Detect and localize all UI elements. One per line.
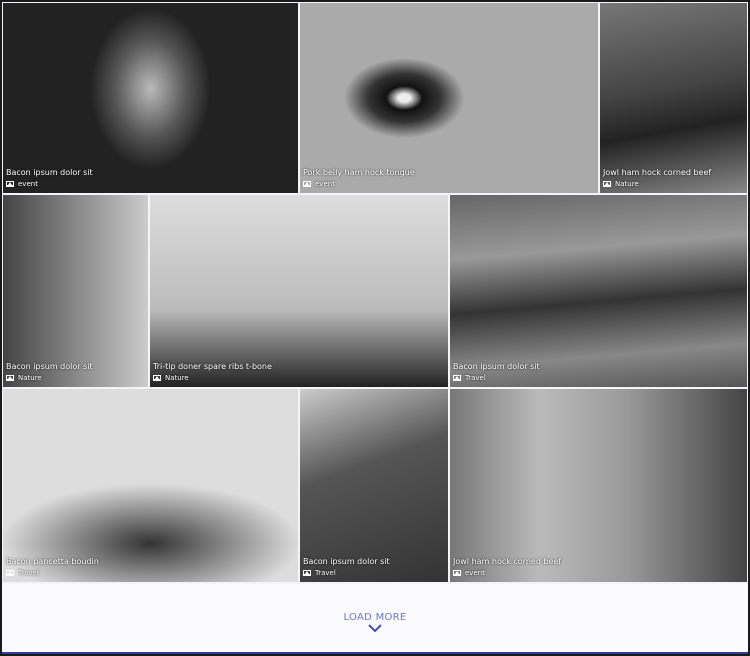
image-icon	[6, 181, 14, 187]
tile-category[interactable]: Travel	[18, 569, 39, 577]
tile-title: Bacon ipsum dolor sit	[6, 168, 93, 177]
tile-title: Tri-tip doner spare ribs t-bone	[153, 362, 272, 371]
tile-title: Jowl ham hock corned beef	[603, 168, 712, 177]
tile-title: Jowl ham hock corned beef	[453, 557, 562, 566]
load-more-button[interactable]: LOAD MORE	[343, 612, 406, 632]
tile-caption: Bacon pancetta boudin Travel	[6, 557, 99, 577]
tile-caption: Tri-tip doner spare ribs t-bone Nature	[153, 362, 272, 382]
tile-title: Bacon ipsum dolor sit	[303, 557, 390, 566]
tile-category[interactable]: Nature	[615, 180, 639, 188]
tile-caption: Pork belly ham hock tongue event	[303, 168, 415, 188]
gallery-tile[interactable]: Bacon ipsum dolor sit Nature	[3, 195, 148, 387]
tile-caption: Jowl ham hock corned beef Nature	[603, 168, 711, 188]
tile-category[interactable]: event	[465, 569, 485, 577]
chevron-down-icon	[368, 624, 382, 632]
tile-category[interactable]: Travel	[315, 569, 336, 577]
tile-title: Pork belly ham hock tongue	[303, 168, 415, 177]
load-more-area: LOAD MORE	[2, 584, 748, 652]
image-icon	[453, 375, 461, 381]
tile-title: Bacon ipsum dolor sit	[453, 362, 540, 371]
tile-caption: Bacon ipsum dolor sit Nature	[6, 362, 93, 382]
tile-category[interactable]: Nature	[18, 374, 42, 382]
tile-title: Bacon pancetta boudin	[6, 557, 99, 566]
gallery: Bacon ipsum dolor sit event Pork belly ham…	[2, 2, 748, 654]
image-icon	[303, 570, 311, 576]
image-icon	[153, 375, 161, 381]
gallery-tile[interactable]: Bacon pancetta boudin Travel	[3, 389, 298, 582]
bottom-bar	[2, 652, 748, 654]
gallery-tile[interactable]: Bacon ipsum dolor sit Travel	[300, 389, 448, 582]
gallery-tile[interactable]: Jowl ham hock corned beef event	[450, 389, 747, 582]
tile-caption: Bacon ipsum dolor sit event	[6, 168, 93, 188]
tile-category[interactable]: Nature	[165, 374, 189, 382]
load-more-label: LOAD MORE	[343, 612, 407, 623]
tile-title: Bacon ipsum dolor sit	[6, 362, 93, 371]
tile-category[interactable]: Travel	[465, 374, 486, 382]
gallery-tile[interactable]: Bacon ipsum dolor sit event	[3, 3, 298, 193]
tile-caption: Jowl ham hock corned beef event	[453, 557, 561, 577]
image-icon	[603, 181, 611, 187]
image-icon	[303, 181, 311, 187]
tile-category[interactable]: event	[18, 180, 38, 188]
tile-caption: Bacon ipsum dolor sit Travel	[303, 557, 390, 577]
gallery-tile[interactable]: Tri-tip doner spare ribs t-bone Nature	[150, 195, 448, 387]
image-icon	[6, 570, 14, 576]
image-icon	[6, 375, 14, 381]
gallery-tile[interactable]: Bacon ipsum dolor sit Travel	[450, 195, 747, 387]
image-icon	[453, 570, 461, 576]
gallery-tile[interactable]: Jowl ham hock corned beef Nature	[600, 3, 747, 193]
tile-caption: Bacon ipsum dolor sit Travel	[453, 362, 540, 382]
tile-category[interactable]: event	[315, 180, 335, 188]
gallery-tile[interactable]: Pork belly ham hock tongue event	[300, 3, 598, 193]
